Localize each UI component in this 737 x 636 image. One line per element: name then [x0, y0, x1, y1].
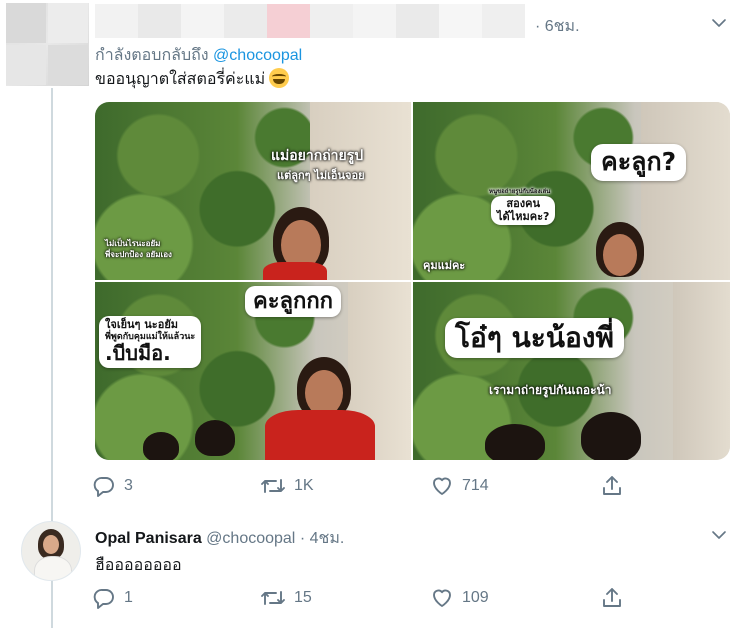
share-icon [600, 474, 624, 498]
caption: ไม่เป็นไรนะอยัม [105, 239, 161, 248]
caption: คะลูก? [591, 144, 687, 181]
caption-line: สองคน [506, 197, 540, 210]
caption-line: ใจเย็นๆ นะอยัม [105, 318, 179, 331]
retweet-button[interactable]: 1K [260, 474, 314, 498]
heart-icon [430, 586, 454, 610]
face-with-tears-of-joy-icon [269, 68, 290, 88]
chevron-down-icon[interactable] [710, 14, 728, 32]
caption: โอ๋ๆ นะน้องพี่ [445, 318, 624, 359]
heart-icon [430, 474, 454, 498]
redacted-username[interactable] [95, 4, 525, 38]
retweet-button[interactable]: 15 [260, 586, 312, 610]
display-name[interactable]: Opal Panisara [95, 530, 202, 547]
tweet-text-body: ขออนุญาตใส่สตอรี่ค่ะแม่ [95, 71, 266, 88]
tweet-header: Opal Panisara @chocoopal · 4ชม. [95, 526, 344, 551]
retweet-count: 1K [294, 477, 314, 494]
tweet-timestamp[interactable]: · 4ชม. [300, 530, 345, 547]
photo-1[interactable]: แม่อยากถ่ายรูป แต่ลูกๆ ไม่เอ็นจอย ไม่เป็… [95, 102, 411, 280]
user-handle[interactable]: @chocoopal [206, 530, 295, 547]
tweet-actions: 3 1K 714 [92, 474, 652, 498]
caption-line: .บีบมือ. [105, 340, 171, 365]
like-button[interactable]: 714 [430, 474, 489, 498]
caption: แม่อยากถ่ายรูป [271, 148, 364, 164]
photo-3[interactable]: คะลูกกก ใจเย็นๆ นะอยัม พี่พูดกับคุมแม่ให… [95, 282, 411, 460]
caption: เรามาถ่ายรูปกันเถอะน้า [489, 383, 612, 397]
tweet-text: ขออนุญาตใส่สตอรี่ค่ะแม่ [95, 67, 290, 92]
reply-count: 1 [124, 589, 133, 606]
caption: หนูขอถ่ายรูปกับน้องเล่น [489, 188, 551, 195]
like-count: 109 [462, 589, 489, 606]
reply-button[interactable]: 3 [92, 474, 133, 498]
retweet-count: 15 [294, 589, 312, 606]
like-button[interactable]: 109 [430, 586, 489, 610]
reply-count: 3 [124, 477, 133, 494]
avatar[interactable] [6, 3, 89, 86]
avatar[interactable] [21, 521, 81, 581]
caption-line: ได้ไหมคะ? [497, 209, 550, 223]
like-count: 714 [462, 477, 489, 494]
photo-2[interactable]: คะลูก? หนูขอถ่ายรูปกับน้องเล่น สองคน ได้… [413, 102, 730, 280]
caption: แต่ลูกๆ ไม่เอ็นจอย [277, 169, 365, 182]
retweet-icon [260, 474, 286, 498]
reply-icon [92, 474, 116, 498]
retweet-icon [260, 586, 286, 610]
reply-handle-link[interactable]: @chocoopal [213, 47, 302, 64]
caption: ใจเย็นๆ นะอยัม พี่พูดกับคุมแม่ให้แล้วนะ … [99, 316, 202, 368]
reply-icon [92, 586, 116, 610]
share-button[interactable] [600, 474, 624, 498]
chevron-down-icon[interactable] [710, 526, 728, 544]
media-grid[interactable]: แม่อยากถ่ายรูป แต่ลูกๆ ไม่เอ็นจอย ไม่เป็… [95, 102, 730, 460]
caption: พี่จะปกป้อง อยัมเอง [105, 250, 172, 259]
share-button[interactable] [600, 586, 624, 610]
caption: สองคน ได้ไหมคะ? [491, 196, 556, 226]
tweet-text: ฮืออออออออ [95, 557, 182, 574]
tweet-timestamp[interactable]: · 6ชม. [535, 14, 580, 39]
caption: คุมแม่คะ [423, 259, 466, 272]
reply-prefix: กำลังตอบกลับถึง [95, 47, 214, 64]
share-icon [600, 586, 624, 610]
photo-4[interactable]: โอ๋ๆ นะน้องพี่ เรามาถ่ายรูปกันเถอะน้า [413, 282, 730, 460]
reply-button[interactable]: 1 [92, 586, 133, 610]
reply-context: กำลังตอบกลับถึง @chocoopal [95, 43, 302, 68]
caption: คะลูกกก [245, 286, 341, 318]
tweet-actions: 1 15 109 [92, 586, 652, 610]
